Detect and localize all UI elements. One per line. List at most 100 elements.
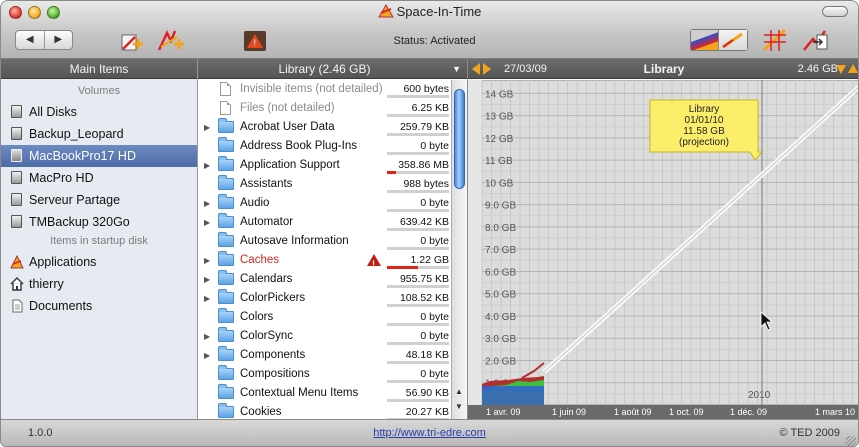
item-name: Cookies <box>240 406 282 418</box>
vertical-scrollbar[interactable]: ▲ ▼ <box>451 80 467 419</box>
document-icon <box>220 101 231 115</box>
y-tick-label: 5.0 GB <box>485 290 516 301</box>
item-name: Colors <box>240 311 274 323</box>
disclosure-triangle-icon[interactable]: ▶ <box>204 156 210 175</box>
sidebar-volume[interactable]: MacPro HD <box>1 167 197 189</box>
list-item[interactable]: ▶ Components 48.18 KB <box>198 346 451 365</box>
chart-view-area-button[interactable] <box>691 30 718 50</box>
sidebar-item-label: MacBookPro17 HD <box>29 149 136 163</box>
tooltip-line: 11.58 GB <box>683 126 725 137</box>
list-item[interactable]: ▶ Acrobat User Data 259.79 KB <box>198 118 451 137</box>
size-bar <box>387 152 449 155</box>
sidebar-volume[interactable]: Serveur Partage <box>1 189 197 211</box>
folder-icon <box>218 346 234 361</box>
disclosure-triangle-icon[interactable]: ▶ <box>204 213 210 232</box>
x-tick-label: 1 mars 10 <box>815 407 855 417</box>
folder-icon <box>218 327 234 342</box>
disclosure-triangle-icon[interactable]: ▶ <box>204 270 210 289</box>
item-name: ColorPickers <box>240 292 306 304</box>
size-bar <box>387 399 449 402</box>
list-item[interactable]: ▶ ColorPickers 108.52 KB <box>198 289 451 308</box>
dropdown-triangle-icon[interactable]: ▼ <box>452 59 461 79</box>
list-item[interactable]: Contextual Menu Items 56.90 KB <box>198 384 451 403</box>
disclosure-triangle-icon[interactable]: ▶ <box>204 327 210 346</box>
list-item[interactable]: Address Book Plug-Ins 0 byte <box>198 137 451 156</box>
item-name: Invisible items (not detailed) <box>240 83 383 95</box>
disclosure-triangle-icon[interactable]: ▶ <box>204 289 210 308</box>
size-bar <box>387 266 449 269</box>
list-item[interactable]: Colors 0 byte <box>198 308 451 327</box>
zoom-grid-icon[interactable] <box>761 27 791 53</box>
disk-icon <box>10 193 24 207</box>
tooltip-line: Library <box>689 104 720 115</box>
list-item[interactable]: ▶ Application Support 358.86 MB <box>198 156 451 175</box>
tooltip-line: (projection) <box>679 137 729 148</box>
arrow-down-icon[interactable] <box>836 65 846 74</box>
resize-grip[interactable] <box>846 436 856 446</box>
size-bar <box>387 209 449 212</box>
size-bar <box>387 304 449 307</box>
sidebar-item-label: TMBackup 320Go <box>29 215 130 229</box>
folder-icon <box>218 137 234 152</box>
list-item[interactable]: Cookies 20.27 KB <box>198 403 451 419</box>
sidebar-volume[interactable]: MacBookPro17 HD <box>1 145 197 167</box>
scroll-up-icon[interactable]: ▲ <box>455 387 463 396</box>
list-item[interactable]: ▶ Automator 639.42 KB <box>198 213 451 232</box>
list-title: Library (2.46 GB) <box>278 62 371 76</box>
sidebar: Main Items Volumes All Disks Backup_Leopa… <box>1 59 198 419</box>
list-item[interactable]: ▶Caches1.22 GB <box>198 251 451 274</box>
disclosure-triangle-icon[interactable]: ▶ <box>204 251 210 270</box>
toolbar-toggle-button[interactable] <box>822 6 848 17</box>
folder-icon <box>218 232 234 247</box>
size-bar <box>387 380 449 383</box>
list-item[interactable]: Autosave Information 0 byte <box>198 232 451 251</box>
sidebar-item-label: All Disks <box>29 105 77 119</box>
list-item[interactable]: Assistants 988 bytes <box>198 175 451 194</box>
list-item[interactable]: ▶ ColorSync 0 byte <box>198 327 451 346</box>
x-tick-label: 1 oct. 09 <box>669 407 704 417</box>
folder-icon <box>218 118 234 133</box>
section-startup-items: Items in startup disk <box>50 235 148 247</box>
sidebar-startup-item[interactable]: thierry <box>1 273 197 295</box>
app-window: Space-In-Time ◀ ▶ ! Status: Activated Ma… <box>0 0 859 447</box>
folder-icon <box>218 175 234 190</box>
disclosure-triangle-icon[interactable]: ▶ <box>204 118 210 137</box>
size-bar <box>387 323 449 326</box>
list-item[interactable]: Compositions 0 byte <box>198 365 451 384</box>
item-name: Address Book Plug-Ins <box>240 140 357 152</box>
growth-chart[interactable]: 14 GB 13 GB 12 GB 11 GB 10 GB 9.0 GB 8.0 GB 7.0… <box>468 80 859 419</box>
sidebar-volume[interactable]: All Disks <box>1 101 197 123</box>
list-item[interactable]: ▶ Audio 0 byte <box>198 194 451 213</box>
x-tick-label: 1 déc. 09 <box>730 407 767 417</box>
sidebar-startup-item[interactable]: Documents <box>1 295 197 317</box>
list-item[interactable]: Invisible items (not detailed) 600 bytes <box>198 80 451 99</box>
sidebar-volume[interactable]: Backup_Leopard <box>1 123 197 145</box>
chart-view-line-button[interactable] <box>718 30 747 50</box>
y-tick-label: 10 GB <box>485 178 514 189</box>
list-header[interactable]: Library (2.46 GB) ▼ <box>198 59 467 79</box>
y-tick-label: 7.0 GB <box>485 245 516 256</box>
folder-icon <box>218 365 234 380</box>
item-name: Audio <box>240 197 270 209</box>
size-bar <box>387 95 449 98</box>
sidebar-volume[interactable]: TMBackup 320Go <box>1 211 197 233</box>
list-item[interactable]: Files (not detailed) 6.25 KB <box>198 99 451 118</box>
item-name: Acrobat User Data <box>240 121 335 133</box>
disclosure-triangle-icon[interactable]: ▶ <box>204 346 210 365</box>
item-name: Files (not detailed) <box>240 102 335 114</box>
size-bar <box>387 190 449 193</box>
item-name: Calendars <box>240 273 293 285</box>
list-item[interactable]: ▶ Calendars 955.75 KB <box>198 270 451 289</box>
scroll-down-icon[interactable]: ▼ <box>455 402 463 411</box>
website-link[interactable]: http://www.tri-edre.com <box>1 427 858 439</box>
sidebar-startup-item[interactable]: Applications <box>1 251 197 273</box>
arrow-up-icon[interactable] <box>848 64 858 73</box>
disk-icon <box>10 149 24 163</box>
disclosure-triangle-icon[interactable]: ▶ <box>204 194 210 213</box>
item-name: Compositions <box>240 368 310 380</box>
export-chart-icon[interactable] <box>801 27 831 53</box>
size-bar <box>387 171 449 174</box>
item-name: Components <box>240 349 306 361</box>
scrollbar-thumb[interactable] <box>454 89 465 189</box>
line-chart-icon <box>722 32 743 49</box>
